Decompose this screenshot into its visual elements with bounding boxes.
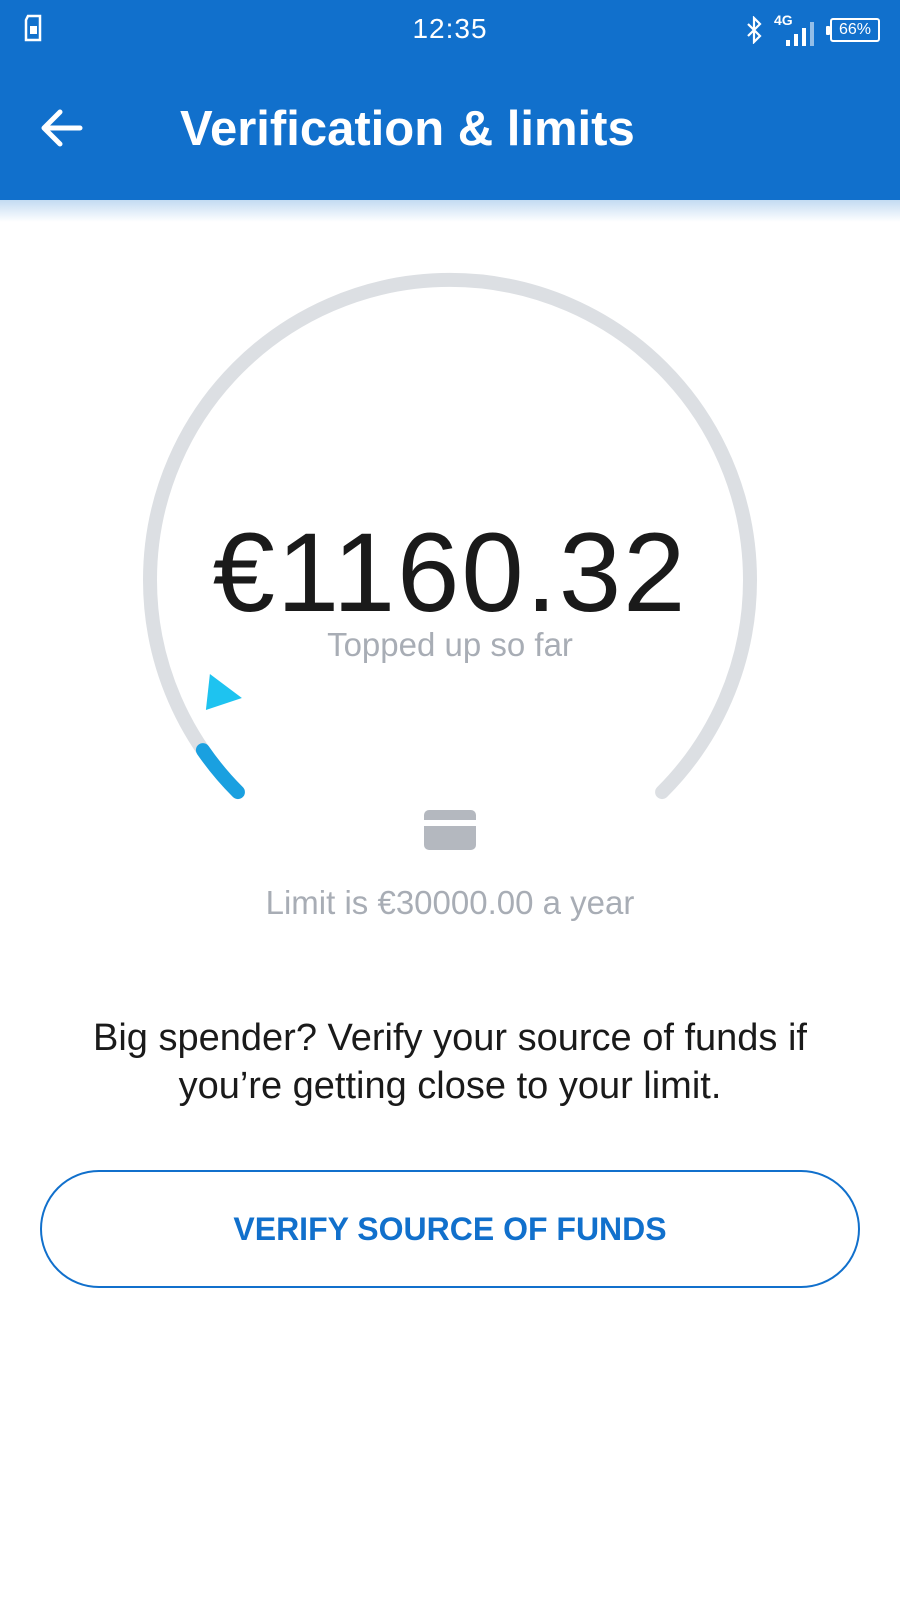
gauge	[143, 272, 757, 800]
topped-up-amount: €1160.32	[212, 510, 688, 635]
card-icon	[424, 810, 476, 850]
topped-up-caption: Topped up so far	[327, 626, 573, 663]
gauge-progress	[195, 743, 245, 800]
limit-text: Limit is €30000.00 a year	[265, 884, 635, 921]
verify-source-of-funds-button[interactable]: VERIFY SOURCE OF FUNDS	[40, 1170, 860, 1288]
info-text: Big spender? Verify your source of funds…	[93, 1017, 807, 1107]
gauge-marker-icon	[205, 674, 242, 710]
